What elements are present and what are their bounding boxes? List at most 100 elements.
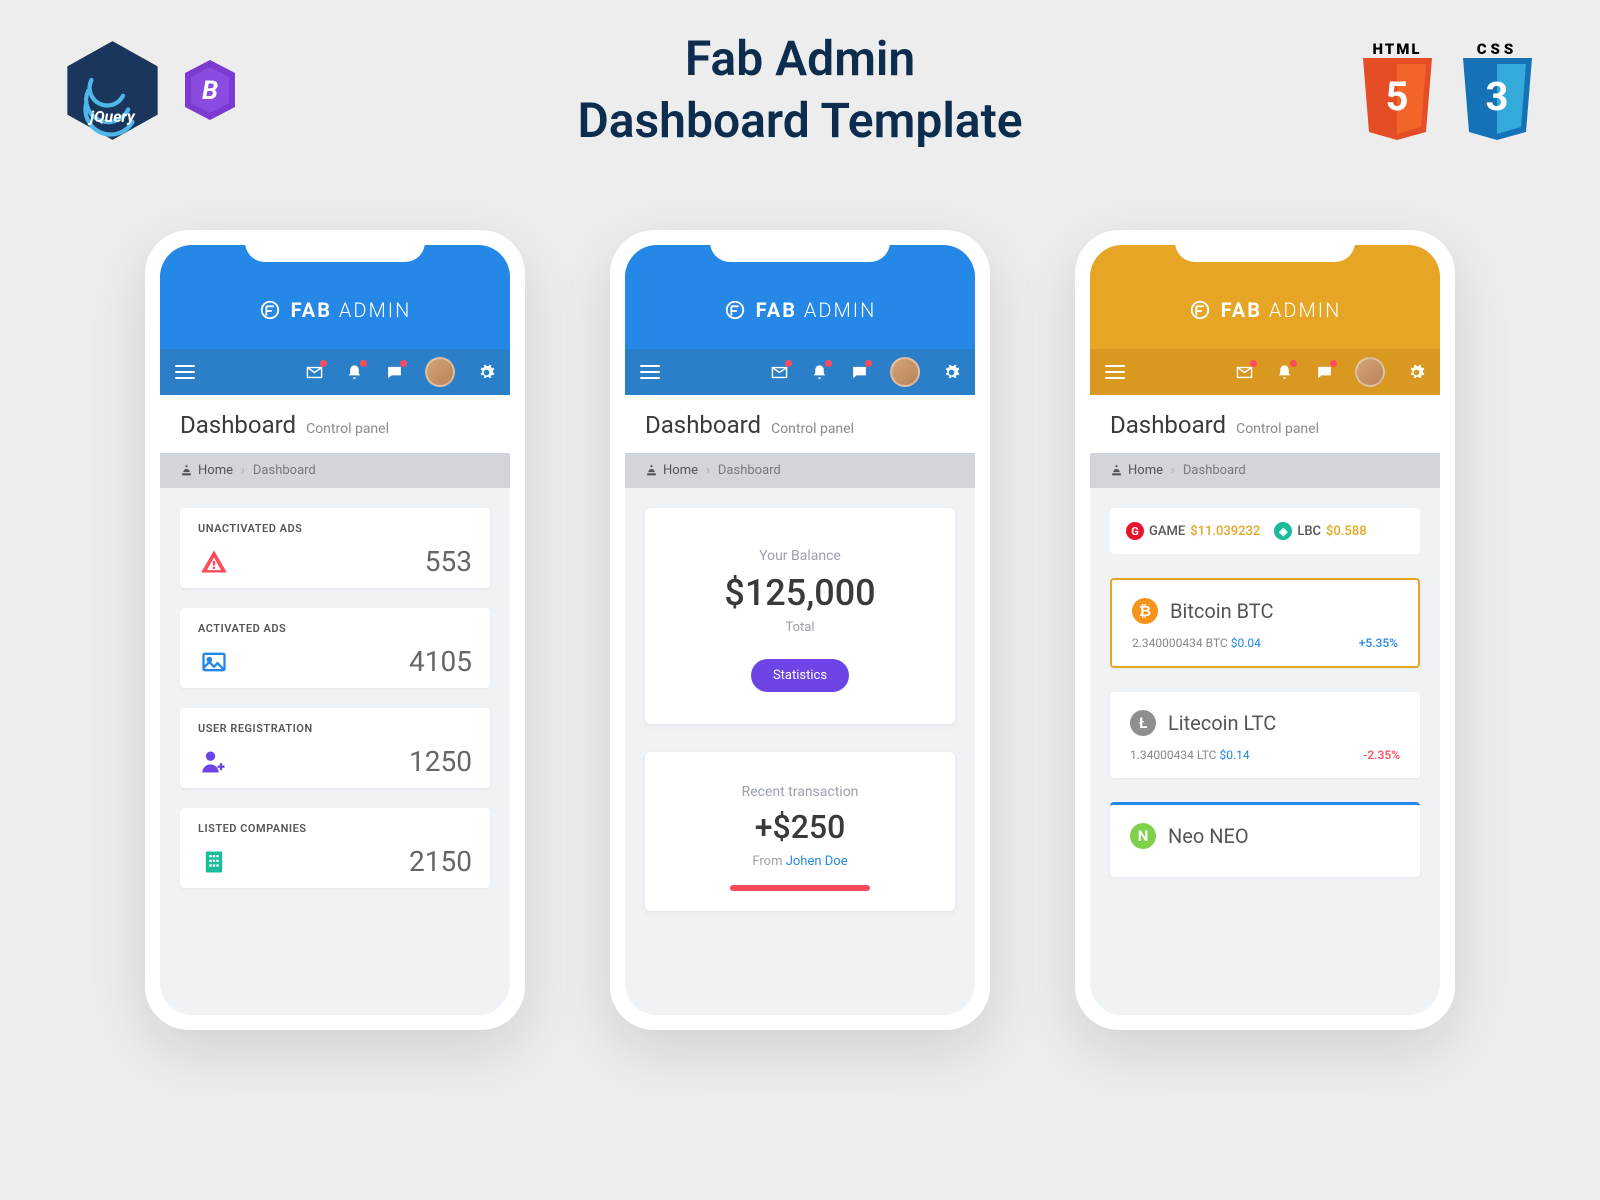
breadcrumb-home[interactable]: Home [1110,463,1163,478]
avatar[interactable] [1355,357,1385,387]
ticker-strip: GGAME$11.039232 ◈LBC$0.588 [1110,508,1420,554]
left-logos: jQuery B [60,38,245,143]
stat-card[interactable]: USER REGISTRATION1250 [180,708,490,788]
bell-icon[interactable] [810,363,828,381]
promo-banner: jQuery B Fab AdminDashboard Template HTM… [0,0,1600,180]
ticker-value: $11.039232 [1190,524,1260,539]
bell-icon[interactable] [345,363,363,381]
bootstrap-icon: B [175,55,245,125]
brand: FAB ADMIN [1090,245,1440,349]
page-title: Dashboard [1110,411,1226,439]
app-header: FAB ADMIN [625,245,975,395]
ticker-coin-icon: G [1126,522,1144,540]
balance-amount: $125,000 [665,572,935,614]
warn-icon [198,546,230,578]
tx-amount: +$250 [665,808,935,846]
chat-icon[interactable] [850,363,868,381]
stat-card[interactable]: UNACTIVATED ADS 553 [180,508,490,588]
menu-icon[interactable] [1105,365,1125,379]
statistics-button[interactable]: Statistics [751,659,849,692]
mail-icon[interactable] [305,363,323,381]
mail-icon[interactable] [770,363,788,381]
brand: FAB ADMIN [160,245,510,349]
ticker-item: GGAME$11.039232 [1126,522,1260,540]
stat-value: 553 [425,545,472,578]
content: Your Balance $125,000 Total Statistics R… [625,488,975,931]
nav-bar [625,349,975,395]
gear-icon[interactable] [1407,363,1425,381]
avatar[interactable] [890,357,920,387]
coin-name: Bitcoin BTC [1170,599,1274,623]
page-subtitle: Control panel [1236,421,1319,437]
coin-price: $0.14 [1219,748,1249,762]
stat-card[interactable]: LISTED COMPANIES2150 [180,808,490,888]
image-icon [198,646,230,678]
content: GGAME$11.039232 ◈LBC$0.588 ₿ Bitcoin BTC 2.… [1090,488,1440,921]
brand: FAB ADMIN [625,245,975,349]
app-header: FAB ADMIN [160,245,510,395]
app-header: FAB ADMIN [1090,245,1440,395]
tx-bar [730,885,870,891]
phone-3: FAB ADMIN Dashboard Control panel Home ›… [1075,230,1455,1030]
ticker-coin-icon: ◈ [1274,522,1292,540]
css3-icon: CSS 3 [1455,40,1540,140]
page-heading: Dashboard Control panel [625,395,975,453]
page-heading: Dashboard Control panel [1090,395,1440,453]
svg-text:5: 5 [1386,73,1409,120]
chat-icon[interactable] [385,363,403,381]
tx-from: From Johen Doe [665,854,935,869]
coin-amount: 2.340000434 BTC [1132,636,1228,650]
stat-card[interactable]: ACTIVATED ADS 4105 [180,608,490,688]
svg-text:jQuery: jQuery [87,107,136,126]
breadcrumb-current: Dashboard [718,463,781,478]
gear-icon[interactable] [477,363,495,381]
stat-value: 4105 [409,645,472,678]
stat-label: UNACTIVATED ADS [198,522,472,535]
breadcrumb-current: Dashboard [253,463,316,478]
mail-icon[interactable] [1235,363,1253,381]
bell-icon[interactable] [1275,363,1293,381]
chevron-right-icon: › [706,463,710,478]
phone-2: FAB ADMIN Dashboard Control panel Home ›… [610,230,990,1030]
breadcrumb-home[interactable]: Home [180,463,233,478]
svg-text:3: 3 [1486,73,1509,120]
chat-icon[interactable] [1315,363,1333,381]
gear-icon[interactable] [942,363,960,381]
html5-icon: HTML 5 [1355,40,1440,140]
coin-name: Neo NEO [1168,824,1249,848]
coin-card[interactable]: N Neo NEO [1110,802,1420,877]
coin-icon: ₿ [1132,598,1158,624]
stat-value: 2150 [409,845,472,878]
banner-title: Fab AdminDashboard Template [245,28,1355,153]
menu-icon[interactable] [640,365,660,379]
coin-card[interactable]: ŁLitecoin LTC1.34000434 LTC $0.14-2.35% [1110,692,1420,778]
stat-label: ACTIVATED ADS [198,622,472,635]
page-title: Dashboard [645,411,761,439]
page-subtitle: Control panel [771,421,854,437]
balance-sub: Total [665,620,935,635]
coin-card[interactable]: ₿Bitcoin BTC2.340000434 BTC $0.04+5.35% [1110,578,1420,668]
svg-text:CSS: CSS [1477,40,1518,58]
nav-bar [160,349,510,395]
svg-text:HTML: HTML [1372,40,1421,58]
coin-name: Litecoin LTC [1168,711,1276,735]
coin-change: -2.35% [1363,748,1400,762]
page-title: Dashboard [180,411,296,439]
balance-label: Your Balance [665,548,935,564]
avatar[interactable] [425,357,455,387]
tx-label: Recent transaction [665,784,935,800]
menu-icon[interactable] [175,365,195,379]
breadcrumb-home[interactable]: Home [645,463,698,478]
ticker-item: ◈LBC$0.588 [1274,522,1366,540]
svg-text:B: B [202,76,218,106]
right-logos: HTML 5 CSS 3 [1355,40,1540,140]
page-subtitle: Control panel [306,421,389,437]
user-icon [198,746,230,778]
breadcrumb-current: Dashboard [1183,463,1246,478]
phones-row: FAB ADMIN Dashboard Control panel Home ›… [0,230,1600,1030]
balance-card: Your Balance $125,000 Total Statistics [645,508,955,724]
coin-icon: N [1130,823,1156,849]
chevron-right-icon: › [1171,463,1175,478]
phone-1: FAB ADMIN Dashboard Control panel Home ›… [145,230,525,1030]
transaction-card: Recent transaction +$250 From Johen Doe [645,752,955,911]
